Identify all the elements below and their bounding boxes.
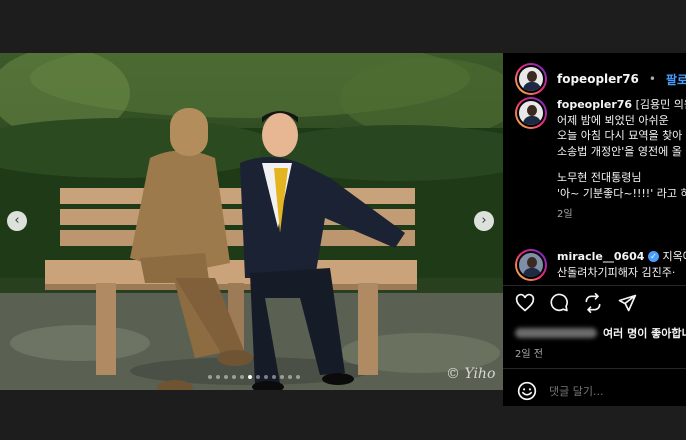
action-bar xyxy=(515,293,637,313)
slide-dot xyxy=(240,375,244,379)
post-sidebar: fopeopler76 • 팔로우 fopeopler76 [김용민 의원 어제… xyxy=(503,53,686,390)
verified-badge-icon: ✓ xyxy=(647,251,659,262)
follow-button[interactable]: 팔로우 xyxy=(666,71,686,88)
caption-avatar[interactable] xyxy=(515,97,547,129)
slide-dot xyxy=(248,375,252,379)
slide-dot xyxy=(280,375,284,379)
add-comment-bar xyxy=(503,376,686,406)
previous-slide-button[interactable]: ‹ xyxy=(7,211,27,231)
commenter-username[interactable]: miracle__0604 xyxy=(557,250,644,263)
post-modal: ‹ › © Yiho fopeopler76 • 팔로우 fopeopler76… xyxy=(0,53,686,390)
caption-text: fopeopler76 [김용민 의원 어제 밤에 뵈었던 아쉬운 오늘 아침 … xyxy=(557,97,686,223)
comment-icon[interactable] xyxy=(549,293,569,313)
post-caption: fopeopler76 [김용민 의원 어제 밤에 뵈었던 아쉬운 오늘 아침 … xyxy=(515,97,686,223)
slide-dot xyxy=(216,375,220,379)
slide-dot xyxy=(224,375,228,379)
author-username[interactable]: fopeopler76 xyxy=(557,72,639,86)
heart-icon[interactable] xyxy=(515,293,535,313)
likes-summary[interactable]: 여러 명이 좋아합니 xyxy=(515,325,686,341)
post-image[interactable]: ‹ › © Yiho xyxy=(0,53,503,390)
app-frame: ‹ › © Yiho fopeopler76 • 팔로우 fopeopler76… xyxy=(0,0,686,440)
slide-indicator xyxy=(208,375,300,379)
photo-watermark: © Yiho xyxy=(446,366,496,382)
slide-dot xyxy=(256,375,260,379)
send-icon[interactable] xyxy=(617,293,637,313)
post-timestamp: 2일 전 xyxy=(515,349,543,360)
author-avatar[interactable] xyxy=(515,63,547,95)
slide-dot xyxy=(272,375,276,379)
blurred-usernames xyxy=(515,328,597,338)
comment-item: miracle__0604 ✓ 지옥에 산돌려차기피해자 김진주· xyxy=(515,249,686,281)
caption-time: 2일 xyxy=(557,209,573,220)
comment-divider xyxy=(503,368,686,369)
slide-dot xyxy=(264,375,268,379)
slide-dot xyxy=(232,375,236,379)
caption-author[interactable]: fopeopler76 xyxy=(557,98,632,111)
slide-dot xyxy=(288,375,292,379)
share-icon[interactable] xyxy=(583,293,603,313)
actions-divider xyxy=(503,285,686,286)
next-slide-button[interactable]: › xyxy=(474,211,494,231)
comment-input[interactable] xyxy=(549,384,669,398)
slide-dot xyxy=(208,375,212,379)
slide-dot xyxy=(296,375,300,379)
separator-dot: • xyxy=(648,72,656,86)
photo-bench-statue xyxy=(0,53,503,390)
commenter-avatar[interactable] xyxy=(515,249,547,281)
emoji-icon[interactable] xyxy=(517,381,537,401)
